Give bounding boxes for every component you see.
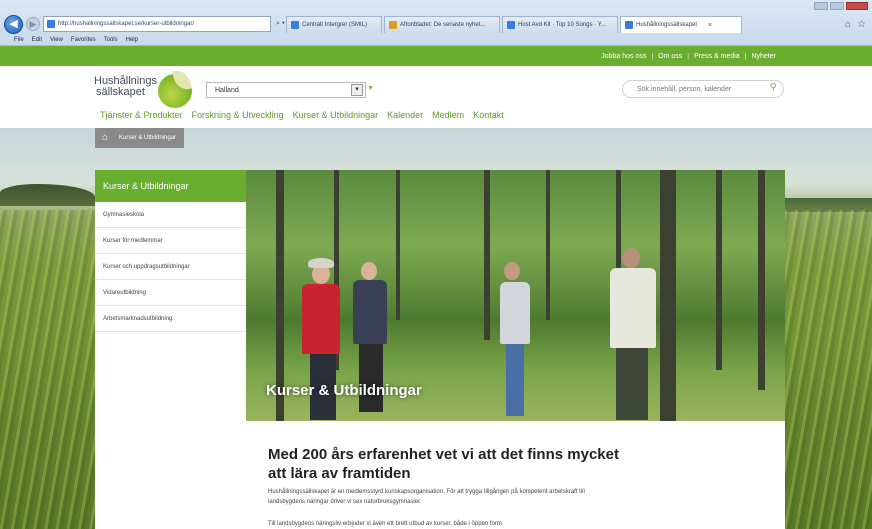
divider: | [651,52,654,60]
maximize-icon[interactable] [830,2,844,10]
main-nav-item[interactable]: Forskning & Utveckling [192,110,284,120]
navigation-row: ◀ ▶ http://hushallningssallskapet.se/kur… [4,14,306,34]
breadcrumb: ⌂ Kurser & Utbildningar [95,128,185,148]
main-nav-item[interactable]: Medlem [432,110,464,120]
star-icon[interactable]: ☆ [857,19,866,30]
close-icon[interactable] [846,2,868,10]
tree-trunk [546,170,550,320]
search-placeholder: Sök innehåll, person, kalender [637,85,732,93]
sidebar-items: Gymnasieskola Kurser för medlemmar Kurser … [95,202,246,332]
top-links: Jobba hos oss | Om oss | Press & media | Nyhet… [601,46,776,66]
browser-tools: ⌂ ☆ [845,19,866,30]
arrow-down-icon: ▼ [367,85,374,92]
address-bar[interactable]: http://hushallningssallskapet.se/kurser-… [43,16,271,32]
site-favicon-icon [47,20,55,28]
back-button[interactable]: ◀ [4,14,23,34]
sidebar-item[interactable]: Kurser för medlemmar [95,228,246,254]
tab-favicon-icon [507,21,515,29]
home-icon[interactable]: ⌂ [95,128,115,148]
top-link[interactable]: Om oss [658,53,682,60]
main-nav-item[interactable]: Tjänster & Produkter [100,110,183,120]
tree-trunk [716,170,722,370]
menu-bar: File Edit View Favorites Tools Help [14,37,138,43]
browser-tab[interactable]: Hushållningssällskapet × [620,16,742,33]
sidebar-item[interactable]: Arbetsmarknadsutbildning [95,306,246,332]
minimize-icon[interactable] [814,2,828,10]
browser-chrome: ◀ ▶ http://hushallningssallskapet.se/kur… [0,0,872,46]
tab-label: Hushållningssällskapet [636,22,698,28]
main-nav-item[interactable]: Kurser & Utbildningar [293,110,379,120]
tab-label: Host Avd Kit · Top 10 Songs · Y... [518,22,606,28]
menu-item[interactable]: View [50,37,63,43]
address-url: http://hushallningssallskapet.se/kurser-… [58,21,195,27]
menu-item[interactable]: Help [126,37,138,43]
main-nav-item[interactable]: Kontakt [473,110,504,120]
region-value: Halland [215,86,239,94]
top-bar: Jobba hos oss | Om oss | Press & media | Nyhet… [0,46,872,66]
hero-photo: Kurser & Utbildningar [246,170,785,421]
forward-button[interactable]: ▶ [26,17,40,31]
browser-tab[interactable]: Aftonbladet: De senaste nyhet... [384,16,500,33]
sidebar-item[interactable]: Gymnasieskola [95,202,246,228]
wheat-field-right [784,210,872,529]
tab-favicon-icon [625,21,633,29]
home-icon[interactable]: ⌂ [845,19,851,30]
search-input[interactable]: Sök innehåll, person, kalender ⚲ [622,80,784,98]
page-heading: Med 200 års erfarenhet vet vi att det fi… [268,446,619,482]
tree-trunk [396,170,400,320]
sidebar: Kurser & Utbildningar Gymnasieskola Kurse… [95,170,246,529]
menu-item[interactable]: Favorites [71,37,96,43]
menu-item[interactable]: Edit [32,37,42,43]
second-paragraph: Till landsbygdens näringsliv erbjuder vi… [268,521,502,527]
window-controls [814,2,868,10]
region-select[interactable]: Halland ▾ ▼ [206,82,374,98]
search-icon[interactable]: ⚲ [770,82,777,93]
sidebar-item[interactable]: Vidareutbildning [95,280,246,306]
top-link[interactable]: Jobba hos oss [601,53,646,60]
site-header: Hushållnings sällskapet Halland ▾ ▼ Sök … [0,66,872,128]
menu-item[interactable]: File [14,37,24,43]
tab-close-icon[interactable]: × [708,22,712,29]
menu-item[interactable]: Tools [104,37,118,43]
site-logo[interactable]: Hushållnings sällskapet [94,68,204,110]
browser-tab[interactable]: Centralt Intergrer (SMIL) [286,16,382,33]
divider: | [744,52,747,60]
browser-tab[interactable]: Host Avd Kit · Top 10 Songs · Y... [502,16,618,33]
tab-favicon-icon [291,21,299,29]
main-nav-item[interactable]: Kalender [387,110,423,120]
tab-favicon-icon [389,21,397,29]
logo-text: Hushållnings sällskapet [94,76,157,98]
tree-trunk [484,170,490,340]
tab-label: Centralt Intergrer (SMIL) [302,22,368,28]
wheat-field-left [0,210,95,529]
divider: | [687,52,690,60]
top-link[interactable]: Press & media [694,53,740,60]
main-content: Med 200 års erfarenhet vet vi att det fi… [246,421,785,529]
tree-trunk [758,170,765,390]
main-navigation: Tjänster & Produkter Forskning & Utveckli… [100,110,504,120]
hero-title: Kurser & Utbildningar [266,382,422,399]
chevron-down-icon[interactable]: ▾ [351,84,363,96]
top-link[interactable]: Nyheter [751,53,776,60]
logo-line2: sällskapet [96,86,145,98]
sidebar-item[interactable]: Kurser och uppdragsutbildningar [95,254,246,280]
intro-paragraph: Hushållningssällskapet är en medlemsstyr… [268,489,585,505]
breadcrumb-current[interactable]: Kurser & Utbildningar [115,135,184,141]
browser-tabs: Centralt Intergrer (SMIL) Aftonbladet: De… [286,16,742,33]
sidebar-title[interactable]: Kurser & Utbildningar [95,170,246,202]
tab-label: Aftonbladet: De senaste nyhet... [400,22,486,28]
tree-trunk [660,170,676,421]
